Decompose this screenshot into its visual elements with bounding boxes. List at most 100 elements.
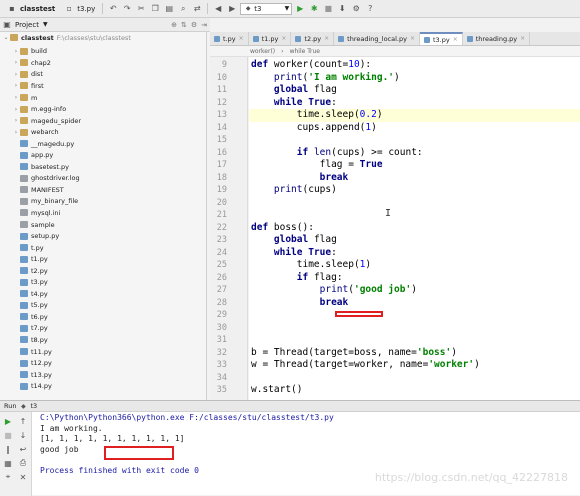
stop-icon[interactable]: ■: [3, 430, 13, 440]
tree-item[interactable]: t5.py: [0, 300, 206, 312]
tree-item[interactable]: t.py: [0, 242, 206, 254]
tree-item[interactable]: t4.py: [0, 288, 206, 300]
tree-root[interactable]: ⌄ classtest F:\classes\stu\classtest: [0, 32, 206, 44]
python-file-icon: [20, 382, 28, 390]
chevron-right-icon[interactable]: ›: [12, 82, 20, 89]
delete-icon[interactable]: ✕: [18, 472, 28, 482]
editor-tab[interactable]: t2.py ×: [291, 32, 335, 45]
tree-item[interactable]: › m: [0, 92, 206, 104]
pin-icon[interactable]: ⌖: [3, 472, 13, 482]
code-editor[interactable]: def worker(count=10): print('I am workin…: [249, 57, 580, 400]
back-icon[interactable]: ◀: [212, 3, 224, 15]
nav-file-tab[interactable]: ▫ t3.py: [60, 2, 98, 16]
tree-item[interactable]: t2.py: [0, 265, 206, 277]
tree-item[interactable]: › chap2: [0, 57, 206, 69]
tree-item[interactable]: › dist: [0, 69, 206, 81]
tree-item[interactable]: __magedu.py: [0, 138, 206, 150]
tree-item[interactable]: t3.py: [0, 276, 206, 288]
tree-item[interactable]: t14.py: [0, 380, 206, 392]
crumb-loop[interactable]: while True: [290, 48, 320, 55]
close-icon[interactable]: ×: [410, 35, 415, 42]
editor-tab[interactable]: threading_local.py ×: [334, 32, 420, 45]
tree-item[interactable]: MANIFEST: [0, 184, 206, 196]
undo-icon[interactable]: ↶: [107, 3, 119, 15]
python-file-icon: [423, 36, 430, 43]
paste-icon[interactable]: ▤: [163, 3, 175, 15]
redo-icon[interactable]: ↷: [121, 3, 133, 15]
tree-item[interactable]: ghostdriver.log: [0, 173, 206, 185]
find-icon[interactable]: ⌕: [177, 3, 189, 15]
tree-item[interactable]: › build: [0, 46, 206, 58]
editor-tab[interactable]: t3.py ×: [419, 32, 463, 45]
console-output[interactable]: C:\Python\Python366\python.exe F:/classe…: [40, 413, 334, 476]
tree-item[interactable]: › first: [0, 80, 206, 92]
layout-icon[interactable]: ▦: [3, 458, 13, 468]
crumb-function[interactable]: worker(): [250, 48, 275, 55]
tree-item[interactable]: app.py: [0, 149, 206, 161]
close-icon[interactable]: ×: [453, 36, 458, 43]
print-icon[interactable]: ⎙: [18, 458, 28, 468]
chevron-right-icon[interactable]: ›: [12, 129, 20, 136]
code-line-11: global flag: [273, 84, 337, 95]
code-line-28: break: [319, 296, 349, 308]
tree-item[interactable]: sample: [0, 219, 206, 231]
editor-tab[interactable]: t1.py ×: [249, 32, 292, 45]
code-line-22: def boss():: [251, 221, 314, 233]
close-icon[interactable]: ×: [324, 35, 329, 42]
code-line-17: flag = True: [251, 159, 383, 170]
tree-item[interactable]: t12.py: [0, 357, 206, 369]
wrap-icon[interactable]: ↩: [18, 444, 28, 454]
chevron-right-icon[interactable]: ›: [12, 71, 20, 78]
nav-project-tab[interactable]: ▪ classtest: [3, 2, 58, 16]
tree-item[interactable]: setup.py: [0, 230, 206, 242]
gear-icon[interactable]: ⚙: [191, 21, 197, 29]
tree-item[interactable]: t13.py: [0, 369, 206, 381]
chevron-right-icon[interactable]: ›: [12, 48, 20, 55]
replace-icon[interactable]: ⇄: [191, 3, 203, 15]
tree-item[interactable]: › magedu_spider: [0, 115, 206, 127]
sync-icon[interactable]: ⊕: [171, 21, 177, 29]
tree-item[interactable]: mysql.ini: [0, 207, 206, 219]
run-config-select[interactable]: ◆ t3 ▼: [240, 2, 293, 15]
chevron-right-icon[interactable]: ›: [12, 94, 20, 101]
tree-item[interactable]: t11.py: [0, 346, 206, 358]
close-icon[interactable]: ×: [520, 35, 525, 42]
chevron-down-icon[interactable]: ▼: [43, 21, 48, 28]
editor-tab[interactable]: t.py ×: [210, 32, 249, 45]
tree-item[interactable]: › webarch: [0, 126, 206, 138]
tree-item[interactable]: my_binary_file: [0, 196, 206, 208]
project-panel-title[interactable]: Project: [15, 21, 39, 29]
run-icon[interactable]: ▶: [294, 3, 306, 15]
scroll-down-icon[interactable]: ↓: [18, 430, 28, 440]
pause-icon[interactable]: ‖: [3, 444, 13, 454]
vcs-icon[interactable]: ⬇: [336, 3, 348, 15]
forward-icon[interactable]: ▶: [226, 3, 238, 15]
run-config-name[interactable]: t3: [30, 402, 37, 410]
tree-item[interactable]: t1.py: [0, 253, 206, 265]
tree-item[interactable]: t7.py: [0, 323, 206, 335]
collapse-icon[interactable]: ⇅: [181, 21, 187, 29]
tree-item[interactable]: › m.egg-info: [0, 103, 206, 115]
chevron-right-icon[interactable]: ›: [12, 106, 20, 113]
debug-icon[interactable]: ✱: [308, 3, 320, 15]
tree-item[interactable]: t6.py: [0, 311, 206, 323]
chevron-right-icon[interactable]: ›: [12, 59, 20, 66]
settings-icon[interactable]: ⚙: [350, 3, 362, 15]
python-file-icon: [20, 244, 28, 252]
help-icon[interactable]: ?: [364, 3, 376, 15]
code-line-19: print(cups): [273, 184, 337, 195]
editor-tab[interactable]: threading.py ×: [463, 32, 531, 45]
close-icon[interactable]: ×: [239, 35, 244, 42]
copy-icon[interactable]: ❐: [149, 3, 161, 15]
tree-item[interactable]: t8.py: [0, 334, 206, 346]
chevron-right-icon[interactable]: ›: [12, 117, 20, 124]
scroll-up-icon[interactable]: ↑: [18, 416, 28, 426]
rerun-icon[interactable]: ▶: [3, 416, 13, 426]
nav-file-label: t3.py: [77, 4, 96, 13]
tree-item[interactable]: basetest.py: [0, 161, 206, 173]
close-icon[interactable]: ×: [281, 35, 286, 42]
run-panel-title[interactable]: Run: [4, 402, 16, 410]
stop-icon[interactable]: ■: [322, 3, 334, 15]
cut-icon[interactable]: ✂: [135, 3, 147, 15]
hide-icon[interactable]: ⇥: [201, 21, 207, 29]
